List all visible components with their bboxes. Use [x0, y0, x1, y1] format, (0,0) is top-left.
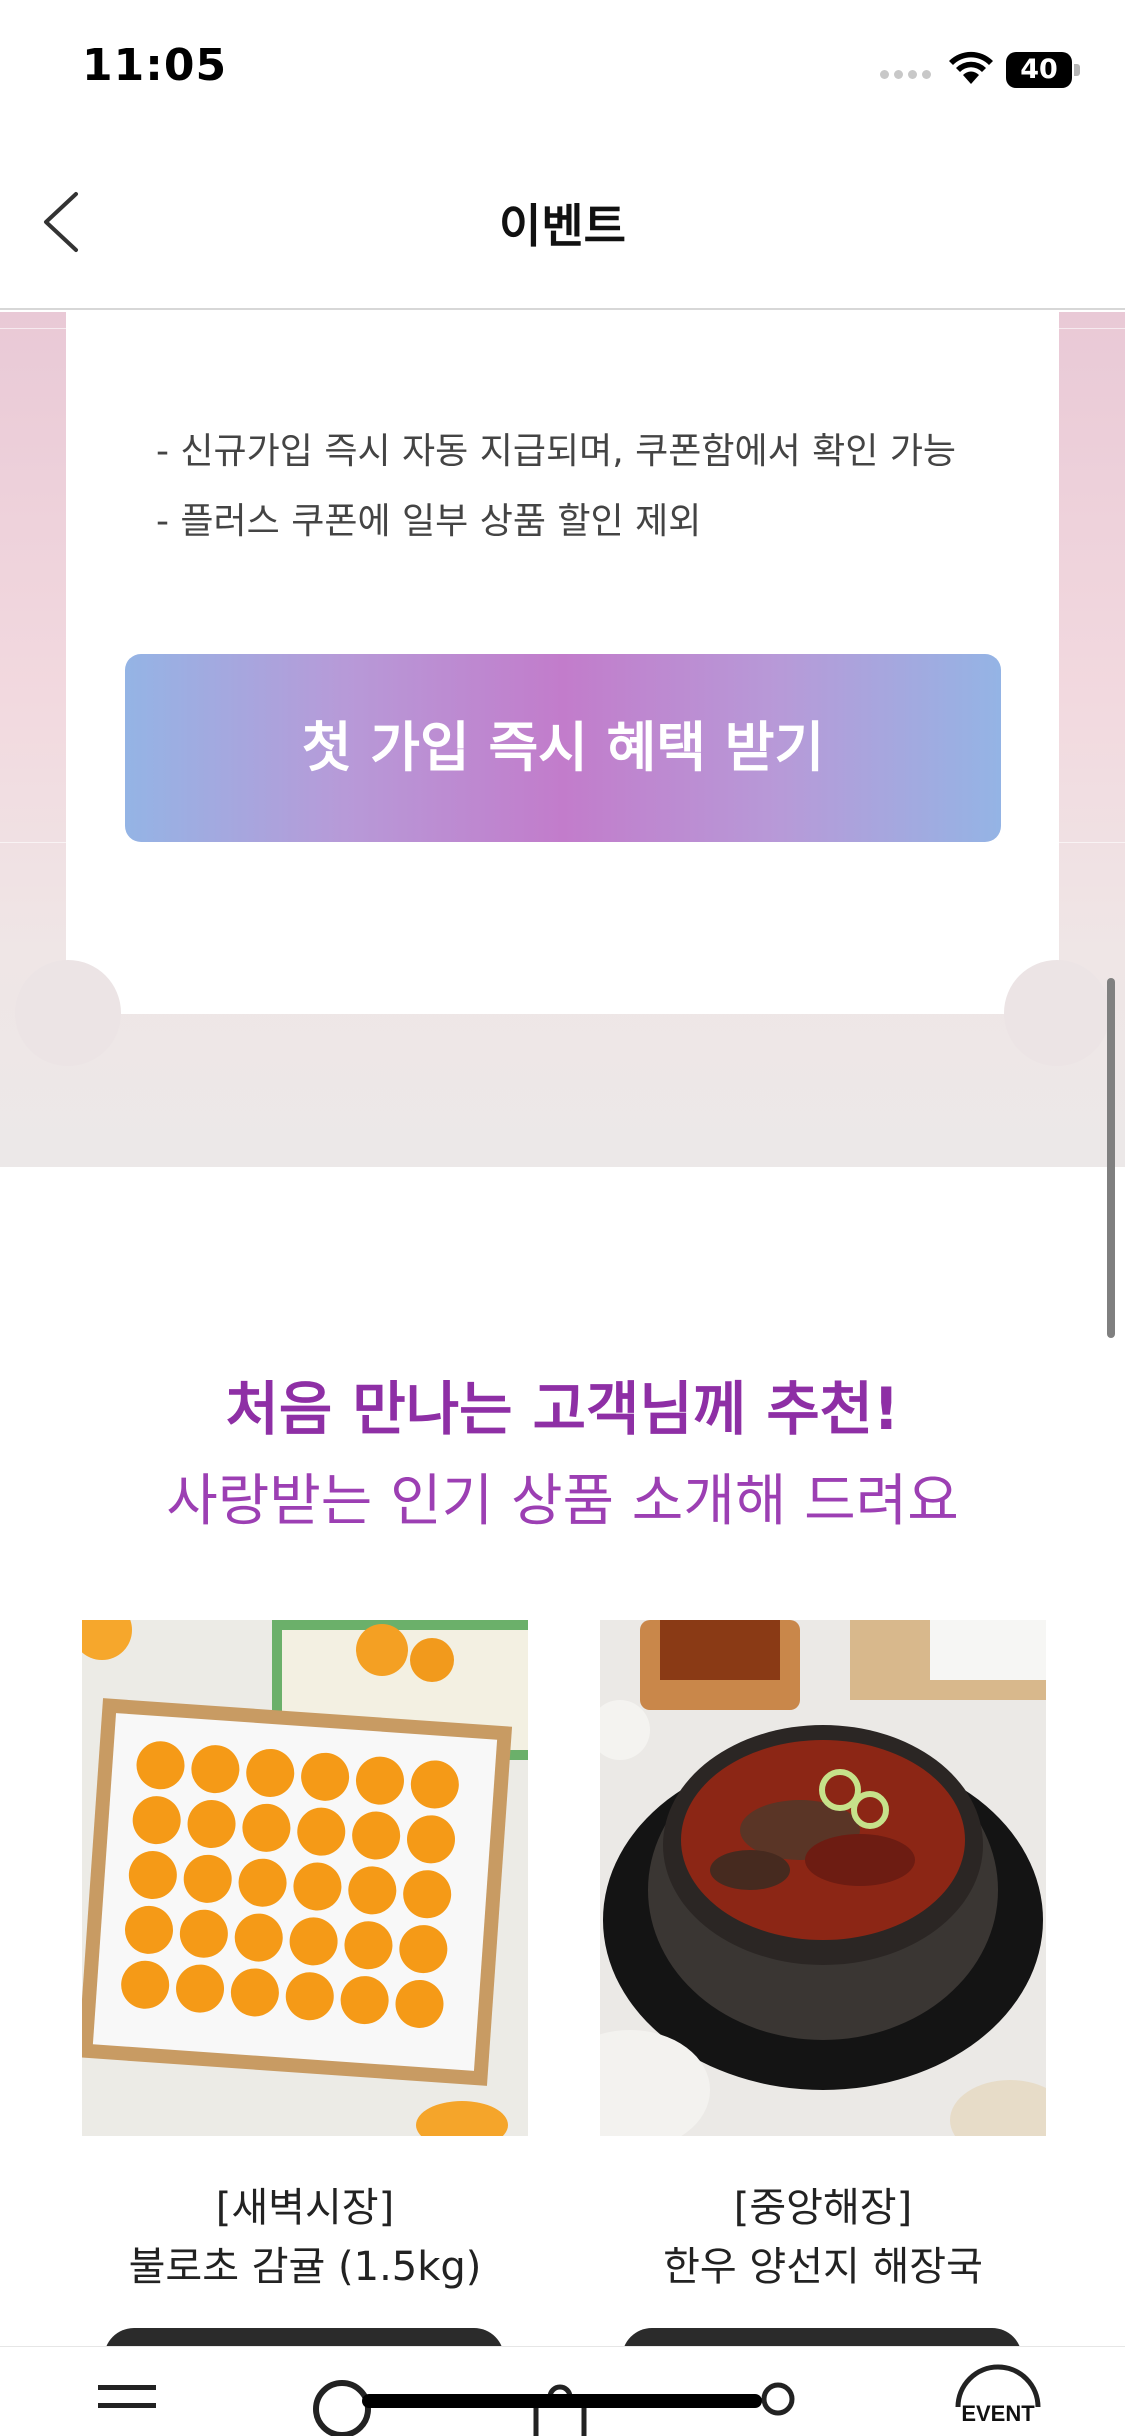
- home-indicator: [362, 2394, 762, 2408]
- battery-level: 40: [1020, 54, 1058, 85]
- battery-icon: 40: [1006, 52, 1080, 88]
- coupon-note: - 플러스 쿠폰에 일부 상품 할인 제외: [156, 501, 702, 542]
- coupon-card: - 신규가입 즉시 자동 지급되며, 쿠폰함에서 확인 가능 - 플러스 쿠폰에…: [66, 312, 1059, 1014]
- tab-menu[interactable]: [70, 2347, 190, 2436]
- status-bar: 11:05 40: [0, 0, 1125, 140]
- profile-icon: [761, 2382, 795, 2416]
- signup-benefit-button[interactable]: 첫 가입 즉시 혜택 받기: [125, 654, 1001, 842]
- tab-search[interactable]: [282, 2347, 402, 2436]
- event-banner: - 신규가입 즉시 자동 지급되며, 쿠폰함에서 확인 가능 - 플러스 쿠폰에…: [0, 312, 1125, 1167]
- status-time: 11:05: [82, 40, 228, 91]
- bottom-tab-bar: EVENT: [0, 2346, 1125, 2436]
- search-icon: [313, 2380, 371, 2436]
- page-title: 이벤트: [499, 199, 626, 253]
- coupon-notch: [15, 960, 121, 1066]
- wifi-icon: [949, 51, 993, 84]
- product-brand: [중앙해장]: [733, 2185, 913, 2231]
- product-name: 한우 양선지 해장국: [663, 2244, 983, 2290]
- shopping-bag-icon: [533, 2384, 587, 2436]
- hangover-soup-image[interactable]: [600, 1620, 1046, 2136]
- tab-mypage[interactable]: [720, 2347, 840, 2436]
- scrollbar[interactable]: [1107, 978, 1115, 1338]
- recommendation-title: 처음 만나는 고객님께 추천!: [225, 1375, 900, 1443]
- cellular-signal-icon: [880, 70, 932, 80]
- recommendation-subtitle: 사랑받는 인기 상품 소개해 드려요: [166, 1469, 959, 1534]
- coupon-note: - 신규가입 즉시 자동 지급되며, 쿠폰함에서 확인 가능: [156, 431, 957, 472]
- nav-header: 이벤트: [0, 140, 1125, 310]
- product-name: 불로초 감귤 (1.5kg): [128, 2244, 482, 2290]
- menu-icon: [98, 2385, 156, 2408]
- tab-event[interactable]: EVENT: [938, 2347, 1058, 2436]
- tab-event-label: EVENT: [961, 2401, 1035, 2426]
- product-brand: [새벽시장]: [215, 2185, 395, 2231]
- tab-cart[interactable]: [502, 2347, 622, 2436]
- coupon-notch: [1004, 960, 1110, 1066]
- tangerine-box-image[interactable]: [82, 1620, 528, 2136]
